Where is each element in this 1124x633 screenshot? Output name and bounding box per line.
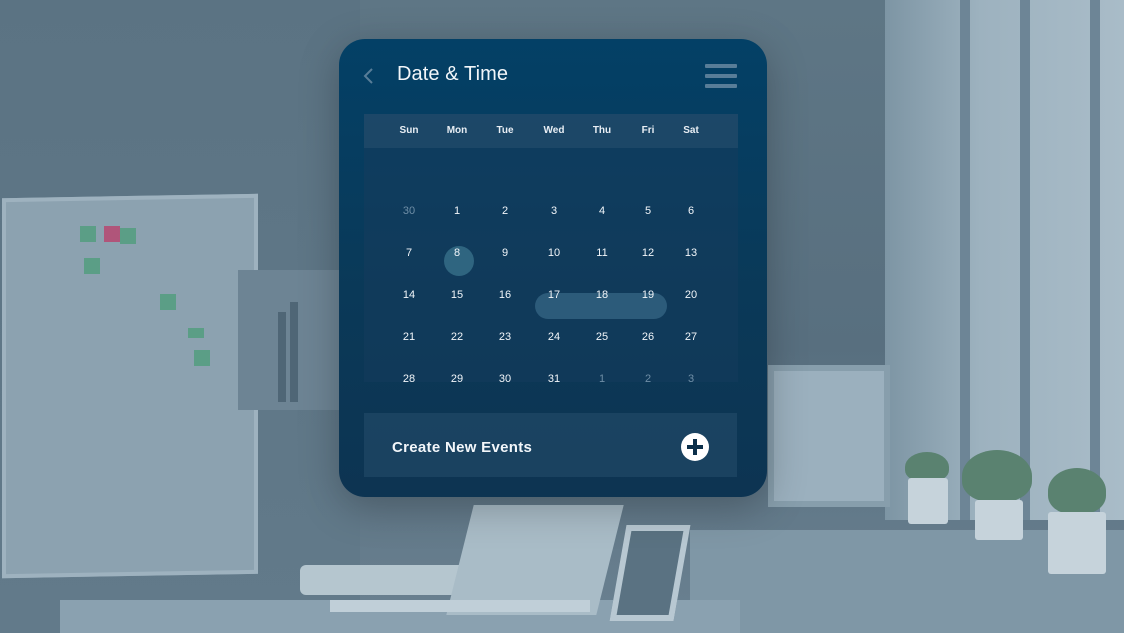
calendar-day[interactable]: 4 bbox=[587, 204, 617, 218]
calendar-day[interactable]: 27 bbox=[676, 330, 706, 344]
calendar-day-other-month[interactable]: 30 bbox=[394, 204, 424, 218]
chevron-left-icon[interactable] bbox=[361, 66, 377, 86]
weekday-tue: Tue bbox=[496, 125, 514, 136]
calendar-day[interactable]: 26 bbox=[633, 330, 663, 344]
calendar-day[interactable]: 12 bbox=[633, 246, 663, 260]
calendar-day[interactable]: 29 bbox=[442, 372, 472, 386]
calendar-day[interactable]: 16 bbox=[490, 288, 520, 302]
calendar-day[interactable]: 25 bbox=[587, 330, 617, 344]
sticky-note bbox=[80, 226, 96, 242]
weekday-sun: Sun bbox=[399, 125, 419, 136]
calendar-day[interactable]: 1 bbox=[442, 204, 472, 218]
create-new-events-label: Create New Events bbox=[392, 439, 533, 456]
calendar-day[interactable]: 3 bbox=[539, 204, 569, 218]
calendar-day[interactable]: 14 bbox=[394, 288, 424, 302]
plant bbox=[962, 450, 1032, 502]
plus-circle-icon[interactable] bbox=[681, 433, 709, 461]
weekday-fri: Fri bbox=[641, 125, 655, 136]
calendar-day[interactable]: 7 bbox=[394, 246, 424, 260]
page-title: Date & Time bbox=[397, 63, 509, 85]
bookshelf bbox=[238, 270, 348, 410]
window-frame bbox=[1090, 0, 1100, 520]
calendar-day-other-month[interactable]: 2 bbox=[633, 372, 663, 386]
calendar-day[interactable]: 13 bbox=[676, 246, 706, 260]
sticky-note bbox=[104, 226, 120, 242]
calendar-day-other-month[interactable]: 3 bbox=[676, 372, 706, 386]
hamburger-menu-icon[interactable] bbox=[705, 62, 737, 90]
calendar-day[interactable]: 20 bbox=[676, 288, 706, 302]
sticky-note bbox=[188, 328, 204, 338]
monitor bbox=[768, 365, 890, 507]
whiteboard bbox=[2, 193, 258, 579]
weekday-wed: Wed bbox=[543, 125, 565, 136]
calendar-day[interactable]: 28 bbox=[394, 372, 424, 386]
create-new-events-button[interactable]: Create New Events bbox=[364, 413, 737, 477]
calendar-day[interactable]: 22 bbox=[442, 330, 472, 344]
pot bbox=[1048, 512, 1106, 574]
calendar-day[interactable]: 31 bbox=[539, 372, 569, 386]
window-frame bbox=[960, 0, 970, 520]
weekday-sat: Sat bbox=[683, 125, 699, 136]
sticky-note bbox=[120, 228, 136, 244]
window bbox=[885, 0, 1124, 520]
calendar-day[interactable]: 18 bbox=[587, 288, 617, 302]
calendar-day-other-month[interactable]: 1 bbox=[587, 372, 617, 386]
date-time-card: Date & Time Sun Mon Tue Wed Thu Fri Sat 30 1 2 3 4… bbox=[339, 39, 767, 497]
sticky-note bbox=[84, 258, 100, 274]
calendar-day[interactable]: 10 bbox=[539, 246, 569, 260]
weekday-header: Sun Mon Tue Wed Thu Fri Sat bbox=[364, 114, 738, 148]
calendar-day[interactable]: 24 bbox=[539, 330, 569, 344]
card-header: Date & Time bbox=[339, 39, 767, 113]
sticky-note bbox=[194, 350, 210, 366]
laptop-base bbox=[330, 600, 590, 612]
weekday-thu: Thu bbox=[592, 125, 612, 136]
calendar-day[interactable]: 21 bbox=[394, 330, 424, 344]
window-frame bbox=[1020, 0, 1030, 520]
calendar-day[interactable]: 30 bbox=[490, 372, 520, 386]
calendar-day[interactable]: 8 bbox=[442, 246, 472, 260]
calendar-day[interactable]: 23 bbox=[490, 330, 520, 344]
calendar-grid: Sun Mon Tue Wed Thu Fri Sat 30 1 2 3 4 5 6 7 8 9 10 11 12 1… bbox=[364, 114, 738, 385]
pot bbox=[975, 500, 1023, 540]
laptop bbox=[446, 505, 624, 615]
calendar-day[interactable]: 6 bbox=[676, 204, 706, 218]
calendar-day[interactable]: 17 bbox=[539, 288, 569, 302]
calendar-day[interactable]: 2 bbox=[490, 204, 520, 218]
plant bbox=[1048, 468, 1106, 514]
calendar-day[interactable]: 19 bbox=[633, 288, 663, 302]
calendar-day[interactable]: 15 bbox=[442, 288, 472, 302]
sticky-note bbox=[160, 294, 176, 310]
calendar-day[interactable]: 9 bbox=[490, 246, 520, 260]
calendar-day[interactable]: 11 bbox=[587, 246, 617, 260]
pot bbox=[908, 478, 948, 524]
calendar-day[interactable]: 5 bbox=[633, 204, 663, 218]
weekday-mon: Mon bbox=[446, 125, 468, 136]
